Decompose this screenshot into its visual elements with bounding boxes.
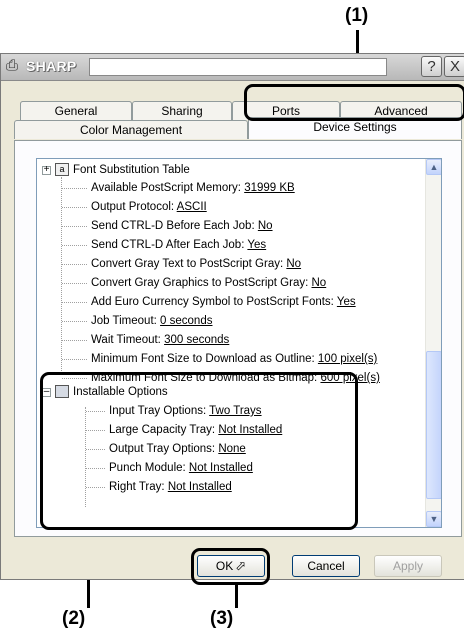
setting-value[interactable]: ASCII xyxy=(177,201,207,213)
callout-3-line xyxy=(235,584,238,608)
setting-value[interactable]: 300 seconds xyxy=(164,334,229,346)
font-table-icon: a xyxy=(55,163,69,176)
setting-value[interactable]: No xyxy=(286,258,301,270)
callout-2-label: (2) xyxy=(62,608,86,629)
tree-item-font-substitution[interactable]: Font Substitution Table xyxy=(73,161,190,180)
tree-item-setting[interactable]: Add Euro Currency Symbol to PostScript F… xyxy=(91,293,356,312)
setting-label: Convert Gray Text to PostScript Gray: xyxy=(91,258,287,270)
setting-value[interactable]: 31999 KB xyxy=(244,182,295,194)
setting-label: Job Timeout: xyxy=(91,315,161,327)
tree-connector xyxy=(62,188,87,189)
title-redacted-field xyxy=(89,58,387,76)
callout-3-label: (3) xyxy=(210,608,234,629)
tree-item-setting[interactable]: Job Timeout: 0 seconds xyxy=(91,312,212,331)
setting-label: Send CTRL-D After Each Job: xyxy=(91,239,248,251)
ok-button[interactable]: OK ⬀ xyxy=(197,555,265,577)
expand-toggle[interactable]: + xyxy=(42,165,51,175)
setting-value[interactable]: Yes xyxy=(247,239,266,251)
tree-item-setting[interactable]: Convert Gray Text to PostScript Gray: No xyxy=(91,255,301,274)
setting-value[interactable]: Yes xyxy=(337,296,356,308)
setting-value[interactable]: 0 seconds xyxy=(160,315,212,327)
tree-item-setting[interactable]: Send CTRL-D After Each Job: Yes xyxy=(91,236,266,255)
help-button[interactable]: ? xyxy=(421,56,442,77)
setting-label: Output Protocol: xyxy=(91,201,177,213)
close-button[interactable]: X xyxy=(444,56,464,77)
window-title: SHARP xyxy=(26,58,77,74)
scroll-down-button[interactable]: ▼ xyxy=(426,511,441,527)
scroll-up-button[interactable]: ▲ xyxy=(426,159,441,175)
tree-item-setting[interactable]: Wait Timeout: 300 seconds xyxy=(91,331,229,350)
vertical-scrollbar[interactable]: ▲ ▼ xyxy=(425,159,441,527)
tree-item-setting[interactable]: Output Protocol: ASCII xyxy=(91,198,207,217)
setting-label: Send CTRL-D Before Each Job: xyxy=(91,220,258,232)
cursor-icon: ⬀ xyxy=(235,558,247,573)
setting-label: Available PostScript Memory: xyxy=(91,182,245,194)
tree-connector xyxy=(62,302,87,303)
highlight-device-settings xyxy=(244,84,464,121)
tree-connector xyxy=(62,226,87,227)
cancel-button[interactable]: Cancel xyxy=(292,555,360,577)
tab-sharing[interactable]: Sharing xyxy=(132,101,232,120)
tree-connector xyxy=(62,340,87,341)
apply-button: Apply xyxy=(374,555,442,577)
tree-connector xyxy=(62,321,87,322)
tab-general[interactable]: General xyxy=(20,101,132,120)
tab-color-management[interactable]: Color Management xyxy=(14,120,248,139)
tree-item-setting[interactable]: Send CTRL-D Before Each Job: No xyxy=(91,217,273,236)
callout-1-label: (1) xyxy=(345,5,369,26)
tree-connector xyxy=(62,245,87,246)
title-bar[interactable]: ⎙ SHARP ? X xyxy=(1,54,464,81)
tree-connector xyxy=(62,283,87,284)
setting-value[interactable]: No xyxy=(258,220,273,232)
setting-value[interactable]: 100 pixel(s) xyxy=(318,353,377,365)
printer-icon: ⎙ xyxy=(6,57,19,74)
setting-label: Add Euro Currency Symbol to PostScript F… xyxy=(91,296,337,308)
tree-connector xyxy=(62,359,87,360)
setting-label: Wait Timeout: xyxy=(91,334,165,346)
tree-connector xyxy=(62,264,87,265)
setting-label: Convert Gray Graphics to PostScript Gray… xyxy=(91,277,312,289)
tree-connector xyxy=(62,207,87,208)
tree-item-setting[interactable]: Convert Gray Graphics to PostScript Gray… xyxy=(91,274,326,293)
highlight-installable-options xyxy=(40,372,358,530)
setting-label: Minimum Font Size to Download as Outline… xyxy=(91,353,318,365)
setting-value[interactable]: No xyxy=(312,277,327,289)
tree-item-setting[interactable]: Minimum Font Size to Download as Outline… xyxy=(91,350,377,369)
scroll-thumb[interactable] xyxy=(426,351,441,499)
tree-item-setting[interactable]: Available PostScript Memory: 31999 KB xyxy=(91,179,295,198)
